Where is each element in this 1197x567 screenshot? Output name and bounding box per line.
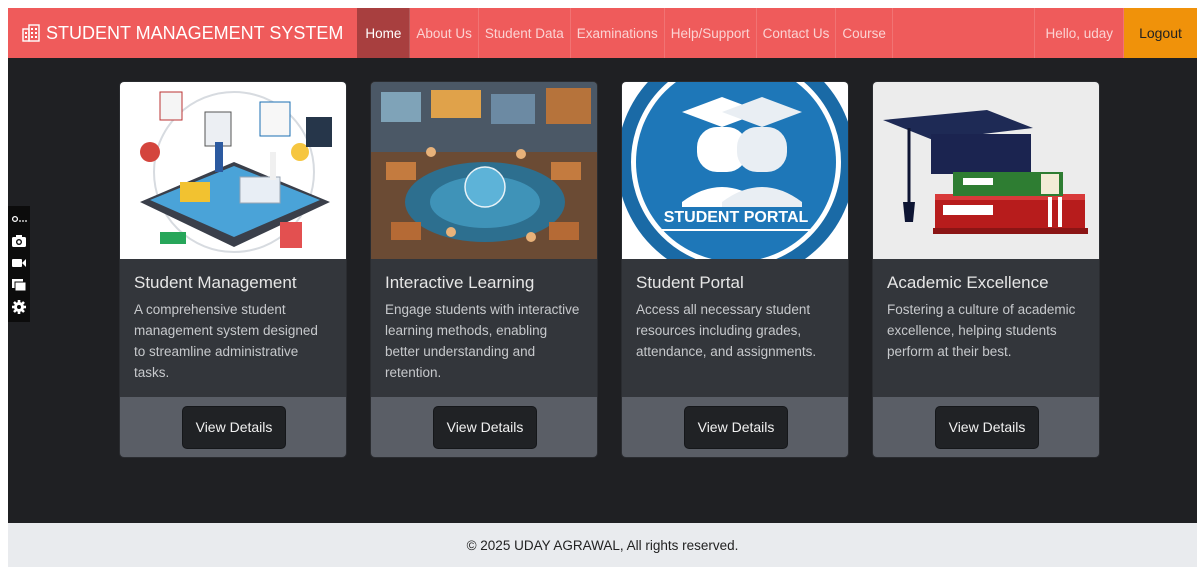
card-text: Engage students with interactive learnin… [385, 302, 580, 380]
graduation-cap-books-illustration [873, 82, 1099, 259]
card-footer: View Details [371, 397, 597, 457]
window-icon[interactable] [9, 274, 29, 296]
student-portal-logo: STUDENT PORTAL [622, 82, 848, 259]
card-student-management: Student Management A comprehensive stude… [119, 81, 347, 458]
view-details-button[interactable]: View Details [182, 405, 286, 449]
view-details-button[interactable]: View Details [935, 405, 1039, 449]
brand-title: STUDENT MANAGEMENT SYSTEM [46, 22, 344, 43]
nav-item-help-support[interactable]: Help/Support [665, 8, 757, 58]
card-body: Academic Excellence Fostering a culture … [873, 259, 1099, 401]
card-body: Student Management A comprehensive stude… [120, 259, 346, 401]
card-text: A comprehensive student management syste… [134, 302, 318, 380]
nav-item-about-us[interactable]: About Us [410, 8, 479, 58]
nav-item-contact-us[interactable]: Contact Us [757, 8, 837, 58]
student-management-illustration [120, 82, 346, 259]
side-toolbar [8, 206, 30, 322]
pin-icon[interactable] [9, 208, 29, 230]
card-grid: Student Management A comprehensive stude… [119, 81, 1100, 458]
card-footer: View Details [120, 397, 346, 457]
nav-item-course[interactable]: Course [836, 8, 893, 58]
copyright-text: © 2025 UDAY AGRAWAL, All rights reserved… [466, 537, 739, 553]
page-frame: STUDENT MANAGEMENT SYSTEM Home About Us … [8, 8, 1197, 567]
brand[interactable]: STUDENT MANAGEMENT SYSTEM [8, 8, 357, 58]
card-title: Student Portal [636, 273, 744, 292]
page-footer: © 2025 UDAY AGRAWAL, All rights reserved… [8, 523, 1197, 567]
card-footer: View Details [873, 397, 1099, 457]
navbar: STUDENT MANAGEMENT SYSTEM Home About Us … [8, 8, 1197, 58]
nav-item-home[interactable]: Home [357, 8, 411, 58]
nav-item-examinations[interactable]: Examinations [571, 8, 665, 58]
view-details-button[interactable]: View Details [684, 405, 788, 449]
interactive-learning-illustration [371, 82, 597, 259]
nav-menu: Home About Us Student Data Examinations … [357, 8, 893, 58]
card-text: Access all necessary student resources i… [636, 302, 817, 359]
card-student-portal: STUDENT PORTAL Student Portal Access all… [621, 81, 849, 458]
nav-right: Hello, uday Logout [1034, 8, 1197, 58]
card-title: Interactive Learning [385, 273, 535, 292]
card-body: Interactive Learning Engage students wit… [371, 259, 597, 401]
building-icon [22, 24, 40, 42]
card-academic-excellence: Academic Excellence Fostering a culture … [872, 81, 1100, 458]
logout-button[interactable]: Logout [1124, 8, 1197, 58]
view-details-button[interactable]: View Details [433, 405, 537, 449]
card-text: Fostering a culture of academic excellen… [887, 302, 1076, 359]
user-greeting: Hello, uday [1034, 8, 1124, 58]
portal-logo-text: STUDENT PORTAL [664, 209, 809, 226]
gear-icon[interactable] [9, 296, 29, 318]
video-icon[interactable] [9, 252, 29, 274]
card-body: Student Portal Access all necessary stud… [622, 259, 848, 401]
nav-item-student-data[interactable]: Student Data [479, 8, 571, 58]
card-title: Academic Excellence [887, 273, 1049, 292]
card-footer: View Details [622, 397, 848, 457]
card-title: Student Management [134, 273, 297, 292]
card-interactive-learning: Interactive Learning Engage students wit… [370, 81, 598, 458]
camera-icon[interactable] [9, 230, 29, 252]
